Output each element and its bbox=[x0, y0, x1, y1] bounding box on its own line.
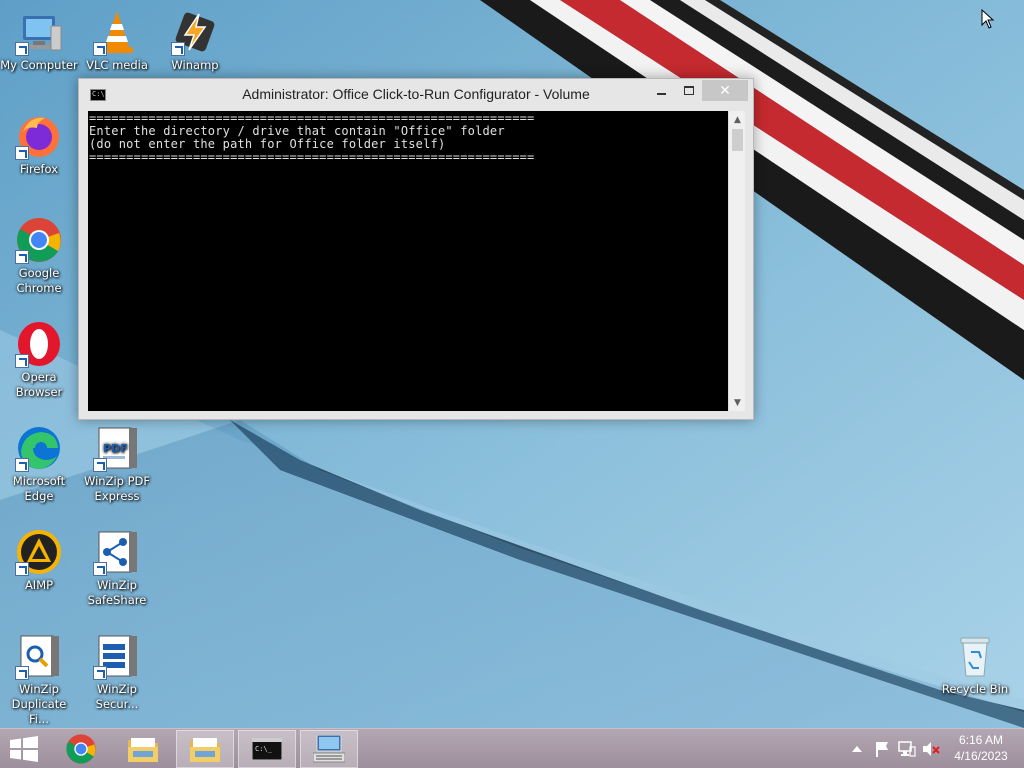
firefox-icon bbox=[15, 112, 63, 160]
vlc-cone-icon bbox=[93, 8, 141, 56]
console-line: ========================================… bbox=[89, 111, 535, 125]
desktop-icon-winamp[interactable]: Winamp bbox=[156, 8, 234, 73]
windows-logo-icon bbox=[10, 736, 38, 762]
taskbar-file-explorer-2-button[interactable] bbox=[176, 730, 234, 768]
shortcut-arrow-icon bbox=[15, 354, 29, 368]
show-hidden-icons-button[interactable] bbox=[848, 729, 866, 768]
mouse-cursor-icon bbox=[981, 9, 995, 29]
start-button[interactable] bbox=[0, 730, 48, 768]
desktop-icon-winzip-duplicate[interactable]: WinZip Duplicate Fi... bbox=[0, 632, 78, 727]
desktop-icon-firefox[interactable]: Firefox bbox=[0, 112, 78, 177]
desktop-icon-my-computer[interactable]: My Computer bbox=[0, 8, 78, 73]
taskbar: C:\_ 6:16 AM 4/16/2023 bbox=[0, 728, 1024, 768]
shortcut-arrow-icon bbox=[15, 458, 29, 472]
chrome-icon bbox=[66, 734, 96, 764]
taskbar-file-explorer-button[interactable] bbox=[114, 730, 172, 768]
desktop-icon-aimp[interactable]: AIMP bbox=[0, 528, 78, 593]
speaker-muted-icon bbox=[923, 742, 940, 756]
shortcut-arrow-icon bbox=[15, 666, 29, 680]
winamp-bolt-icon bbox=[171, 8, 219, 56]
desktop-icon-label: WinZip Duplicate Fi... bbox=[11, 682, 67, 726]
desktop-icon-label: Recycle Bin bbox=[941, 682, 1009, 696]
window-titlebar[interactable]: C:\ Administrator: Office Click-to-Run C… bbox=[79, 79, 753, 111]
desktop-icon-label: WinZip SafeShare bbox=[87, 578, 147, 607]
system-clock[interactable]: 6:16 AM 4/16/2023 bbox=[944, 732, 1018, 764]
scroll-up-arrow-icon[interactable]: ▲ bbox=[729, 111, 746, 128]
action-center-button[interactable] bbox=[872, 729, 892, 768]
desktop-icon-label: VLC media bbox=[86, 58, 148, 72]
magnifier-document-icon bbox=[15, 632, 63, 680]
console-line: (do not enter the path for Office folder… bbox=[89, 137, 446, 151]
desktop-icon-label: Google Chrome bbox=[16, 266, 62, 295]
taskbar-command-prompt-button[interactable]: C:\_ bbox=[238, 730, 296, 768]
scrollbar-thumb[interactable] bbox=[732, 129, 743, 151]
command-prompt-icon: C:\_ bbox=[252, 738, 282, 760]
shortcut-arrow-icon bbox=[93, 458, 107, 472]
folder-icon bbox=[128, 738, 158, 762]
desktop-icon-label: My Computer bbox=[0, 58, 78, 72]
shortcut-arrow-icon bbox=[93, 562, 107, 576]
desktop-icon-opera[interactable]: Opera Browser bbox=[0, 320, 78, 400]
console-line: Enter the directory / drive that contain… bbox=[89, 124, 505, 138]
server-document-icon bbox=[93, 632, 141, 680]
desktop-icon-recycle-bin[interactable]: Recycle Bin bbox=[936, 632, 1014, 697]
desktop-icon-label: Winamp bbox=[171, 58, 219, 72]
minimize-icon bbox=[656, 92, 666, 95]
network-icon bbox=[898, 741, 916, 757]
svg-text:C:\_: C:\_ bbox=[255, 745, 273, 753]
chrome-icon bbox=[15, 216, 63, 264]
edge-icon bbox=[15, 424, 63, 472]
console-line: ========================================… bbox=[89, 150, 535, 164]
console-window[interactable]: C:\ Administrator: Office Click-to-Run C… bbox=[78, 78, 754, 420]
taskbar-chrome-button[interactable] bbox=[52, 730, 110, 768]
close-icon: ✕ bbox=[719, 82, 731, 99]
desktop-icon-label: Microsoft Edge bbox=[12, 474, 66, 503]
desktop-icon-winzip-pdf[interactable]: PDF WinZip PDF Express bbox=[78, 424, 156, 504]
console-output[interactable]: ========================================… bbox=[88, 111, 728, 411]
shortcut-arrow-icon bbox=[15, 250, 29, 264]
shortcut-arrow-icon bbox=[93, 666, 107, 680]
chevron-up-icon bbox=[852, 746, 862, 752]
desktop-icon-chrome[interactable]: Google Chrome bbox=[0, 216, 78, 296]
shortcut-arrow-icon bbox=[15, 146, 29, 160]
desktop-icon-winzip-safeshare[interactable]: WinZip SafeShare bbox=[78, 528, 156, 608]
maximize-icon bbox=[684, 86, 694, 95]
shortcut-arrow-icon bbox=[171, 42, 185, 56]
shortcut-arrow-icon bbox=[15, 562, 29, 576]
desktop-icon-label: AIMP bbox=[24, 578, 54, 592]
clock-date: 4/16/2023 bbox=[954, 749, 1008, 763]
desktop-icon-edge[interactable]: Microsoft Edge bbox=[0, 424, 78, 504]
taskbar-control-panel-button[interactable] bbox=[300, 730, 358, 768]
maximize-button[interactable] bbox=[676, 80, 702, 101]
shortcut-arrow-icon bbox=[15, 42, 29, 56]
volume-button[interactable] bbox=[920, 729, 942, 768]
share-document-icon bbox=[93, 528, 141, 576]
computer-icon bbox=[15, 8, 63, 56]
clock-time: 6:16 AM bbox=[958, 733, 1004, 747]
desktop-icon-winzip-secure[interactable]: WinZip Secur... bbox=[78, 632, 156, 712]
opera-icon bbox=[15, 320, 63, 368]
desktop-icon-label: Firefox bbox=[19, 162, 59, 176]
svg-text:PDF: PDF bbox=[103, 442, 128, 455]
minimize-button[interactable] bbox=[648, 80, 674, 101]
recycle-bin-icon bbox=[951, 632, 999, 680]
desktop-icon-label: WinZip Secur... bbox=[95, 682, 139, 711]
pdf-document-icon: PDF bbox=[93, 424, 141, 472]
desktop-icon-label: WinZip PDF Express bbox=[83, 474, 151, 503]
shortcut-arrow-icon bbox=[93, 42, 107, 56]
vertical-scrollbar[interactable]: ▲ ▼ bbox=[728, 111, 745, 411]
desktop-icon-label: Opera Browser bbox=[15, 370, 63, 399]
scroll-down-arrow-icon[interactable]: ▼ bbox=[729, 394, 746, 411]
desktop-icon-vlc[interactable]: VLC media bbox=[78, 8, 156, 73]
folder-icon bbox=[190, 738, 220, 762]
network-button[interactable] bbox=[896, 729, 918, 768]
close-button[interactable]: ✕ bbox=[702, 80, 748, 101]
flag-icon bbox=[876, 742, 888, 757]
keyboard-monitor-icon bbox=[313, 735, 345, 763]
aimp-icon bbox=[15, 528, 63, 576]
